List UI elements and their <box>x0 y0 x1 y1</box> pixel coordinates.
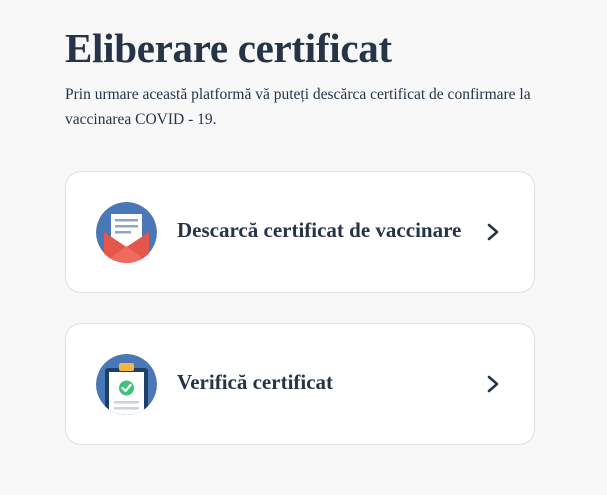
envelope-certificate-icon <box>96 202 157 263</box>
verify-certificate-label: Verifică certificat <box>177 370 334 394</box>
chevron-right-icon <box>487 375 499 393</box>
verify-certificate-card[interactable]: Verifică certificat <box>65 323 535 445</box>
download-certificate-card[interactable]: Descarcă certificat de vaccinare <box>65 171 535 293</box>
download-certificate-label: Descarcă certificat de vaccinare <box>177 218 462 242</box>
clipboard-check-icon <box>96 354 157 415</box>
page: Eliberare certificat Prin urmare această… <box>0 0 607 495</box>
page-title: Eliberare certificat <box>65 25 392 71</box>
chevron-right-icon <box>487 223 499 241</box>
page-description: Prin urmare această platformă vă puteți … <box>65 86 531 128</box>
